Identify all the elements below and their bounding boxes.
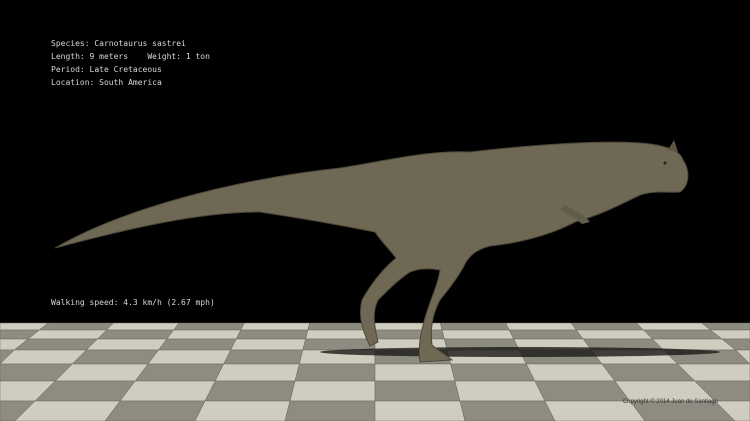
dino-eye — [663, 161, 667, 165]
dino-body — [54, 141, 689, 363]
dino-horn — [668, 140, 678, 152]
copyright-label: Copyright © 2014 Juan de Santiago — [622, 399, 718, 405]
dino-shadow — [320, 347, 720, 357]
species-label: Species: Carnotaurus sastrei — [51, 39, 186, 48]
walking-speed-label: Walking speed: 4.3 km/h (2.67 mph) — [51, 298, 215, 307]
length-weight-row: Length: 9 meters Weight: 1 ton — [51, 50, 210, 63]
location-label: Location: South America — [51, 78, 162, 87]
animation-frame: Species: Carnotaurus sastrei Length: 9 me… — [0, 0, 750, 421]
weight-label: Weight: 1 ton — [147, 52, 210, 61]
period-label: Period: Late Cretaceous — [51, 65, 162, 74]
species-info: Species: Carnotaurus sastrei Length: 9 me… — [51, 37, 210, 89]
length-label: Length: 9 meters — [51, 52, 129, 61]
